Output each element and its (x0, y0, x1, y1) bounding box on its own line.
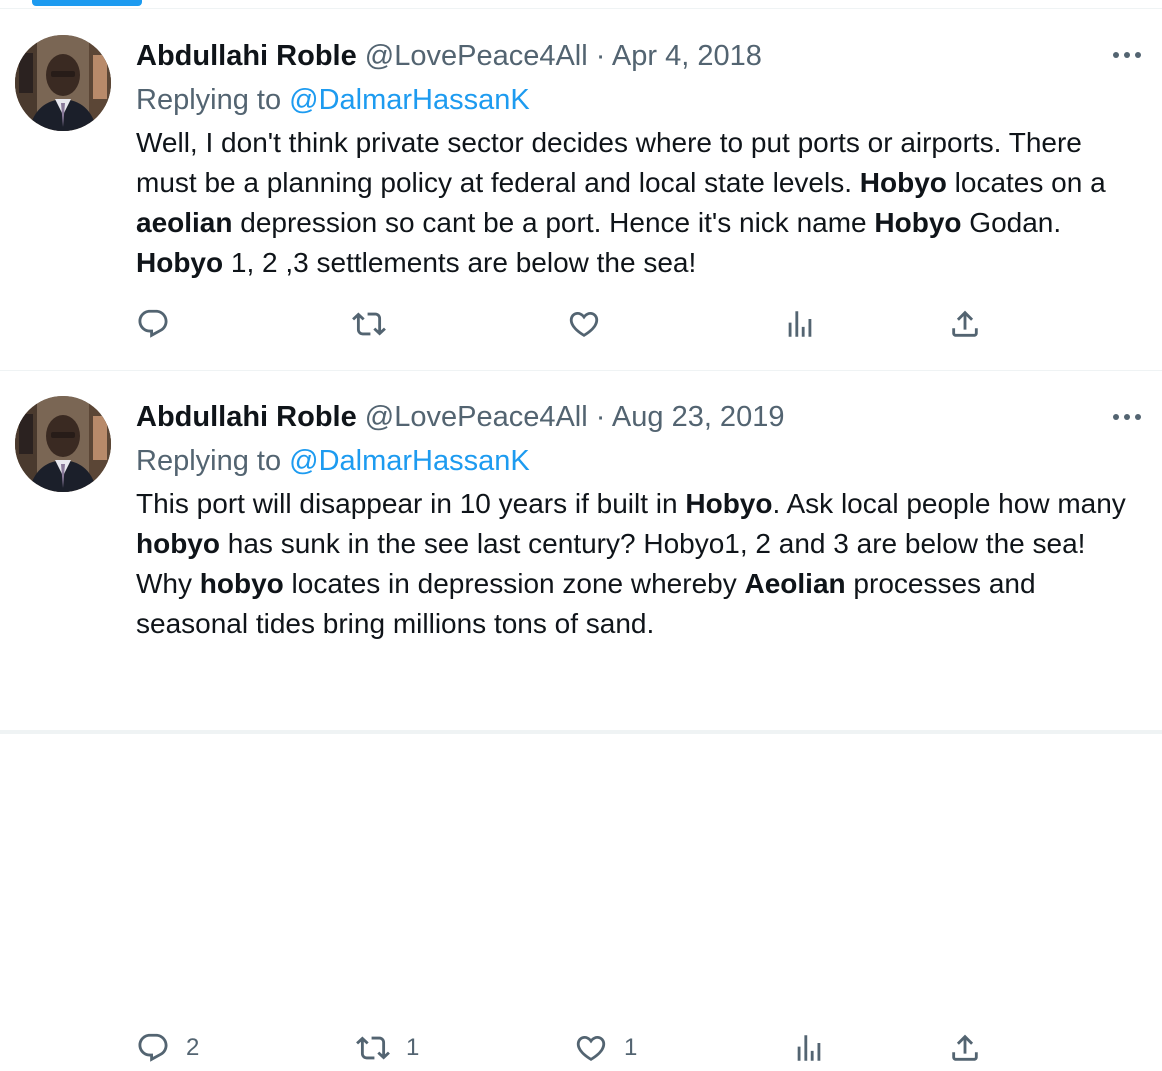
like-count: 1 (624, 1034, 638, 1061)
text-segment: locates in depression zone whereby (283, 568, 745, 599)
retweet-button[interactable]: 1 (356, 1031, 419, 1065)
retweet-button[interactable] (352, 307, 402, 341)
tweet-header: Abdullahi Roble @LovePeace4All · Aug 23,… (136, 400, 784, 434)
separator: · (595, 40, 606, 72)
mention-link[interactable]: @DalmarHassanK (289, 445, 530, 477)
tweet-text: This port will disappear in 10 years if … (136, 484, 1136, 644)
retweet-icon (352, 312, 386, 336)
heart-icon (569, 311, 599, 337)
highlighted-word: hobyo (199, 568, 284, 599)
highlighted-word: aeolian (136, 207, 233, 238)
views-icon (797, 1035, 821, 1061)
tweet-actions (0, 307, 1162, 347)
author-name[interactable]: Abdullahi Roble (136, 401, 357, 433)
more-options-button[interactable] (1110, 43, 1144, 67)
text-segment: Godan. (961, 207, 1062, 238)
reply-button[interactable]: 2 (136, 1031, 199, 1065)
tweet-text: Well, I don't think private sector decid… (136, 123, 1136, 283)
more-options-button[interactable] (1110, 405, 1144, 429)
tweet-actions: 2 1 1 (0, 1031, 1162, 1071)
retweet-icon (356, 1036, 390, 1060)
highlighted-word: Hobyo (685, 488, 773, 519)
reply-icon (138, 1033, 168, 1062)
avatar[interactable] (15, 35, 111, 131)
author-name[interactable]: Abdullahi Roble (136, 40, 357, 72)
text-segment: depression so cant be a port. Hence it's… (232, 207, 875, 238)
share-icon (952, 1034, 978, 1061)
text-segment: This port will disappear in 10 years if … (136, 488, 686, 519)
reply-icon (138, 309, 168, 338)
replying-to: Replying to @DalmarHassanK (136, 444, 530, 478)
highlighted-word: Hobyo (874, 207, 962, 238)
heart-icon (576, 1035, 606, 1061)
tweet-date[interactable]: Aug 23, 2019 (612, 401, 785, 433)
more-icon (1113, 52, 1141, 58)
avatar[interactable] (15, 396, 111, 492)
highlighted-word: Hobyo (136, 247, 224, 278)
share-button[interactable] (948, 307, 982, 341)
highlighted-word: Aeolian (744, 568, 846, 599)
views-button[interactable] (792, 1031, 826, 1065)
tweet[interactable]: Abdullahi Roble @LovePeace4All · Aug 23,… (0, 371, 1162, 1062)
author-handle[interactable]: @LovePeace4All (365, 40, 588, 72)
share-icon (952, 310, 978, 337)
retweet-count: 1 (406, 1034, 420, 1061)
like-button[interactable]: 1 (574, 1031, 637, 1065)
text-segment: 1, 2 ,3 settlements are below the sea! (223, 247, 697, 278)
share-button[interactable] (948, 1031, 982, 1065)
views-button[interactable] (783, 307, 817, 341)
like-button[interactable] (567, 307, 617, 341)
text-segment: . Ask local people how many (772, 488, 1126, 519)
text-segment: locates on a (946, 167, 1106, 198)
tab-indicator (32, 0, 142, 6)
replying-prefix: Replying to (136, 84, 282, 116)
tweet-divider (0, 730, 1162, 734)
reply-button[interactable] (136, 307, 186, 341)
views-icon (788, 311, 812, 337)
more-icon (1113, 414, 1141, 420)
reply-count: 2 (186, 1034, 200, 1061)
highlighted-word: hobyo (136, 528, 220, 559)
replying-prefix: Replying to (136, 445, 282, 477)
separator: · (595, 401, 606, 433)
replying-to: Replying to @DalmarHassanK (136, 83, 530, 117)
mention-link[interactable]: @DalmarHassanK (289, 84, 530, 116)
author-handle[interactable]: @LovePeace4All (365, 401, 588, 433)
tweet[interactable]: Abdullahi Roble @LovePeace4All · Apr 4, … (0, 9, 1162, 369)
highlighted-word: Hobyo (859, 167, 947, 198)
tweet-date[interactable]: Apr 4, 2018 (612, 40, 762, 72)
tweet-header: Abdullahi Roble @LovePeace4All · Apr 4, … (136, 39, 762, 73)
